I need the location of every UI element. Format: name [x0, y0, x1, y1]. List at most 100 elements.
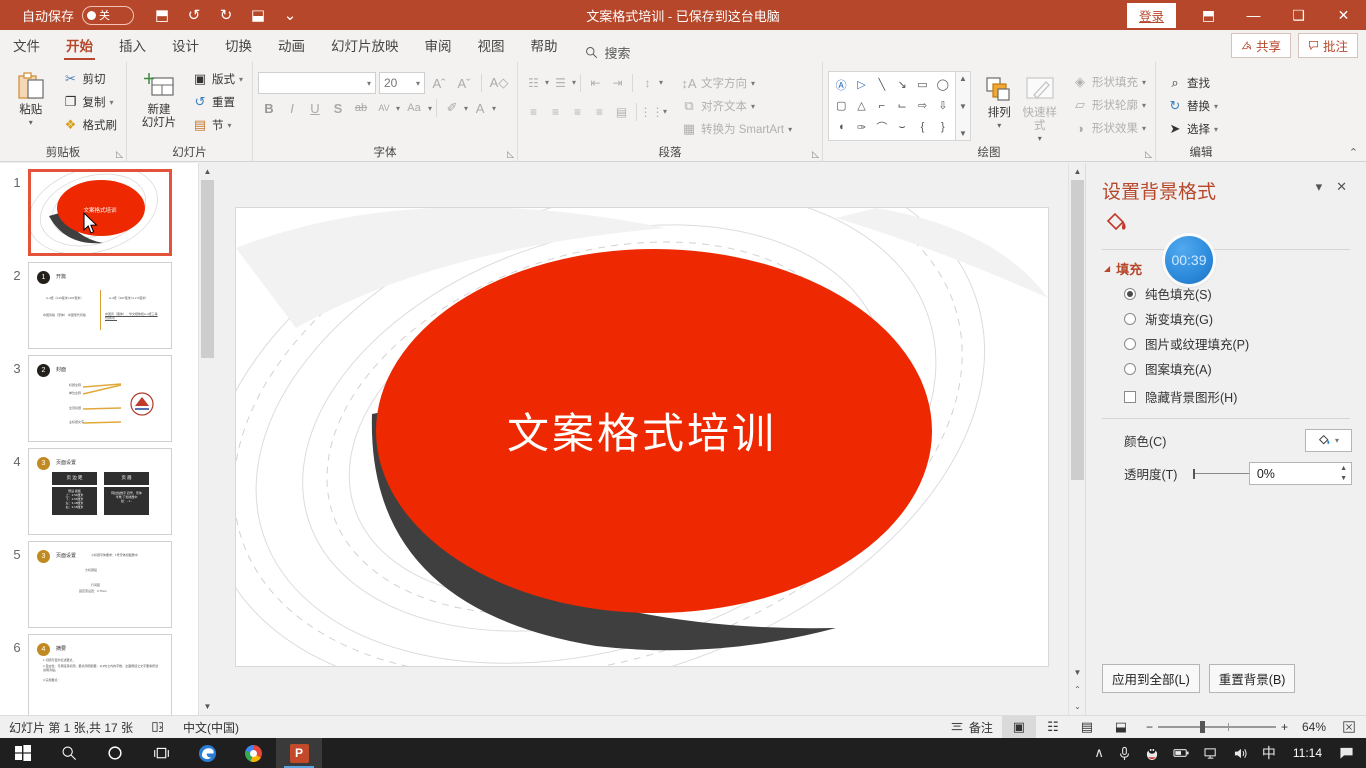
drawing-dialog-launcher-icon[interactable]: ◺	[1145, 149, 1152, 160]
bullets-caret-icon[interactable]: ▾	[545, 78, 549, 87]
underline-icon[interactable]: U	[304, 97, 326, 119]
shapes-gallery-scrollbar[interactable]: ▲ ▼ ▼	[956, 71, 971, 141]
accessibility-icon[interactable]	[142, 716, 174, 739]
tab-animations[interactable]: 动画	[265, 30, 318, 62]
copy-button[interactable]: ❐ 复制 ▾	[59, 91, 122, 113]
qq-icon[interactable]	[1138, 746, 1166, 761]
convert-smartart-button[interactable]: ▦ 转换为 SmartArt ▾	[677, 118, 796, 140]
format-painter-button[interactable]: ❖ 格式刷	[59, 114, 122, 136]
strikethrough-icon[interactable]: ab	[350, 97, 372, 119]
numbering-icon[interactable]: ☰	[550, 72, 571, 93]
zoom-in-button[interactable]: +	[1281, 720, 1288, 734]
font-name-input[interactable]: ▾	[258, 72, 376, 94]
shape-effects-caret-icon[interactable]: ▾	[1142, 124, 1146, 133]
gallery-expand-icon[interactable]: ▼	[959, 129, 967, 138]
zoom-out-button[interactable]: −	[1146, 720, 1153, 734]
zoom-level-label[interactable]: 64%	[1296, 716, 1332, 739]
slide-vertical-scrollbar[interactable]: ▲ ▼ ⌃ ⌄	[1068, 163, 1085, 715]
picture-texture-fill-radio[interactable]	[1124, 337, 1136, 350]
redo-icon[interactable]: ↻	[212, 3, 240, 27]
cut-button[interactable]: ✂ 剪切	[59, 68, 122, 90]
tab-home[interactable]: 开始	[53, 30, 106, 62]
shape-scribble-icon[interactable]: ✑	[851, 117, 871, 138]
search-icon[interactable]	[46, 738, 92, 768]
align-center-icon[interactable]: ≡	[545, 101, 566, 122]
shape-curve-icon[interactable]: ⌒	[872, 117, 892, 138]
align-text-button[interactable]: ⧉ 对齐文本 ▾	[677, 95, 796, 117]
slide-thumbnail-pane[interactable]: 1 文案格式培训 2 1 开篇 A-4纸（210毫米×297毫米） A-4纸（2…	[0, 163, 215, 715]
text-direction-caret-icon[interactable]: ▾	[751, 79, 755, 88]
zoom-knob[interactable]	[1199, 721, 1205, 733]
comments-button[interactable]: 批注	[1297, 33, 1358, 58]
bold-icon[interactable]: B	[258, 97, 280, 119]
sign-in-button[interactable]: 登录	[1126, 2, 1176, 28]
thumbnail-scrollbar[interactable]: ▲ ▼	[198, 163, 216, 715]
clipboard-dialog-launcher-icon[interactable]: ◺	[116, 149, 123, 160]
thumbnail-scroll-up-icon[interactable]: ▲	[199, 163, 216, 180]
reset-button[interactable]: ↺ 重置	[188, 91, 247, 113]
shape-elbow-arrow-icon[interactable]: ⌙	[892, 95, 912, 116]
pattern-fill-option[interactable]: 图案填充(A)	[1086, 353, 1366, 378]
transparency-spin-up-icon[interactable]: ▲	[1340, 464, 1347, 473]
quick-styles-caret-icon[interactable]: ▾	[1038, 134, 1042, 143]
zoom-slider[interactable]: − +	[1138, 720, 1296, 734]
collapse-ribbon-icon[interactable]: ⌃	[1349, 146, 1358, 159]
language-label[interactable]: 中文(中国)	[174, 716, 248, 739]
thumbnail-5[interactable]: 3 页面设置 小标题字体要求：1号宋体加粗居中 大标题段 行间距 固定值设置：0…	[28, 541, 172, 628]
shape-down-arrow-icon[interactable]: ⇩	[933, 95, 953, 116]
shape-fill-caret-icon[interactable]: ▾	[1142, 78, 1146, 87]
slide-count-label[interactable]: 幻灯片 第 1 张,共 17 张	[0, 716, 142, 739]
align-left-icon[interactable]: ≡	[523, 101, 544, 122]
paragraph-dialog-launcher-icon[interactable]: ◺	[812, 149, 819, 160]
slide-scroll-up-icon[interactable]: ▲	[1069, 163, 1086, 180]
chevron-down-icon[interactable]: ▾	[1309, 177, 1330, 197]
replace-caret-icon[interactable]: ▾	[1214, 102, 1218, 111]
reading-view-button[interactable]: ▤	[1070, 716, 1104, 739]
close-icon[interactable]: ✕	[1321, 0, 1366, 30]
ime-icon[interactable]: 中	[1255, 743, 1283, 763]
thumbnail-item-1[interactable]: 1 文案格式培训	[0, 163, 215, 256]
current-slide[interactable]: 文案格式培训	[235, 207, 1049, 667]
paste-caret-icon[interactable]: ▾	[29, 118, 33, 127]
shape-wordart-icon[interactable]: ▷	[851, 74, 871, 95]
cortana-icon[interactable]	[92, 738, 138, 768]
decrease-font-size-icon[interactable]: Aˇ	[453, 72, 475, 94]
bullets-icon[interactable]: ☷	[523, 72, 544, 93]
shape-right-arrow-icon[interactable]: ⇨	[912, 95, 932, 116]
transparency-slider-track[interactable]	[1195, 473, 1249, 474]
thumbnail-1[interactable]: 文案格式培训	[28, 169, 172, 256]
find-button[interactable]: ⌕ 查找	[1163, 72, 1222, 94]
thumbnail-2[interactable]: 1 开篇 A-4纸（210毫米×297毫米） A-4纸（297毫米×4 2 0毫…	[28, 262, 172, 349]
tab-slideshow[interactable]: 幻灯片放映	[318, 30, 412, 62]
task-view-icon[interactable]	[138, 738, 184, 768]
save-icon[interactable]: ⬒	[148, 3, 176, 27]
quick-styles-button[interactable]: 快速样式 ▾	[1017, 71, 1062, 143]
layout-button[interactable]: ▣ 版式 ▾	[188, 68, 247, 90]
undo-icon[interactable]: ↺	[180, 3, 208, 27]
decrease-indent-icon[interactable]: ⇤	[585, 72, 606, 93]
font-size-caret-icon[interactable]: ▾	[416, 79, 420, 88]
text-shadow-icon[interactable]: S	[327, 97, 349, 119]
shape-rounded-rect-icon[interactable]: ▢	[831, 95, 851, 116]
font-dialog-launcher-icon[interactable]: ◺	[507, 149, 514, 160]
solid-fill-option[interactable]: 纯色填充(S)	[1086, 278, 1366, 303]
shape-arrow-icon[interactable]: ↘	[892, 74, 912, 95]
zoom-track[interactable]	[1157, 721, 1276, 733]
gradient-fill-option[interactable]: 渐变填充(G)	[1086, 303, 1366, 328]
arrange-caret-icon[interactable]: ▾	[997, 121, 1001, 130]
tab-file[interactable]: 文件	[0, 30, 53, 62]
font-size-input[interactable]: 20 ▾	[379, 72, 425, 94]
pattern-fill-radio[interactable]	[1124, 362, 1136, 375]
justify-icon[interactable]: ≡	[589, 101, 610, 122]
hide-background-graphics-option[interactable]: 隐藏背景图形(H)	[1086, 378, 1366, 406]
change-case-icon[interactable]: Aa	[401, 97, 427, 119]
gallery-scroll-up-icon[interactable]: ▲	[959, 74, 967, 83]
tab-help[interactable]: 帮助	[518, 30, 571, 62]
network-icon[interactable]	[1197, 747, 1226, 760]
shape-rectangle-icon[interactable]: ▭	[912, 74, 932, 95]
highlight-caret-icon[interactable]: ▾	[464, 104, 468, 113]
shape-elbow-connector-icon[interactable]: ⌐	[872, 95, 892, 116]
thumbnail-4[interactable]: 3 页面设置 页 边 距 预设 模板 上：2.54厘米 下：2.54厘米 左：3.18…	[28, 448, 172, 535]
edge-icon[interactable]	[184, 738, 230, 768]
powerpoint-icon[interactable]: P	[276, 738, 322, 768]
